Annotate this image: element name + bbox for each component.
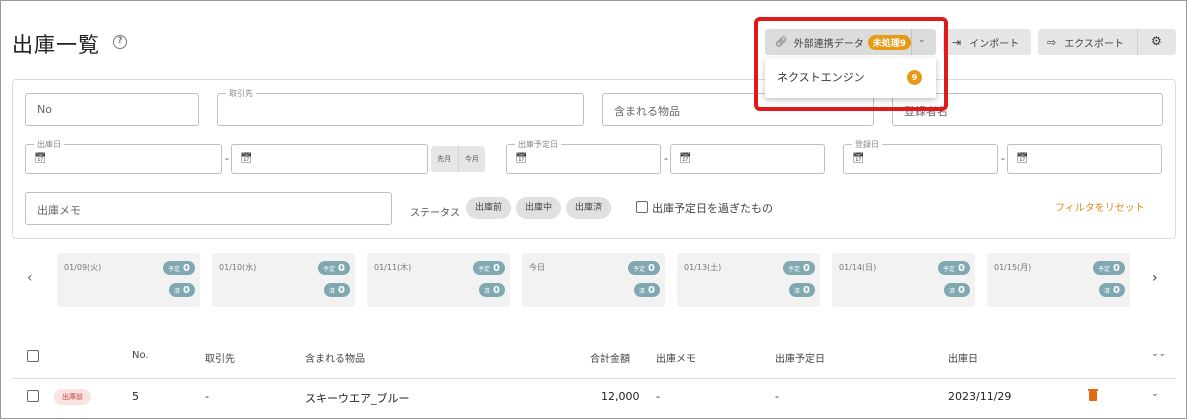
calendar-icon: 📅︎ xyxy=(1016,153,1029,164)
done-count-pill: 済0 xyxy=(789,283,815,297)
day-label: 01/13(土) xyxy=(684,263,722,272)
import-icon: ⇥ xyxy=(952,35,962,49)
memo-placeholder: 出庫メモ xyxy=(37,204,81,217)
status-label: ステータス xyxy=(410,208,460,219)
registered-date-legend: 登録日 xyxy=(852,139,882,150)
calendar-day[interactable]: 01/13(土) 予定 0 済0 xyxy=(677,253,820,307)
done-count-pill: 済0 xyxy=(634,283,660,297)
import-button[interactable]: ⇥ インポート xyxy=(943,29,1031,55)
calendar-day[interactable]: 01/11(木) 予定 0 済0 xyxy=(367,253,510,307)
calendar-icon: 📅︎ xyxy=(34,153,47,164)
day-label: 今日 xyxy=(529,263,545,272)
select-all-checkbox[interactable] xyxy=(27,350,39,362)
done-count-pill: 済0 xyxy=(324,283,350,297)
ship-date-to[interactable]: 📅︎ xyxy=(231,144,428,174)
column-header-planned-date[interactable]: 出庫予定日 xyxy=(775,350,825,365)
calendar-day-today[interactable]: 今日 予定 0 済0 xyxy=(522,253,665,307)
chevron-left-icon[interactable]: ‹ xyxy=(27,270,33,286)
cell-no: 5 xyxy=(132,390,139,403)
planned-date-legend: 出庫予定日 xyxy=(515,139,561,150)
done-count-pill: 済0 xyxy=(479,283,505,297)
planned-count-pill: 予定 0 xyxy=(783,261,815,275)
column-header-no[interactable]: No. xyxy=(132,350,149,361)
planned-count-pill: 予定 0 xyxy=(163,261,195,275)
registered-date-from[interactable]: 登録日 📅︎ xyxy=(843,139,998,174)
page-title: 出庫一覧 xyxy=(12,33,100,57)
column-header-total[interactable]: 合計金額 xyxy=(590,350,630,365)
client-legend: 取引先 xyxy=(226,88,256,99)
calendar-icon: 📅︎ xyxy=(852,153,865,164)
trash-icon[interactable] xyxy=(1088,389,1098,401)
no-placeholder: No xyxy=(37,103,52,116)
status-chip-during[interactable]: 出庫中 xyxy=(516,197,561,219)
planned-date-to[interactable]: 📅︎ xyxy=(670,144,825,174)
ship-date-from[interactable]: 出庫日 📅︎ xyxy=(25,139,222,174)
memo-input[interactable]: 出庫メモ xyxy=(25,192,392,225)
export-icon: ⇨ xyxy=(1047,35,1057,49)
gear-icon[interactable]: ⚙ xyxy=(1151,34,1162,48)
day-label: 01/10(水) xyxy=(219,263,257,272)
divider xyxy=(1137,29,1138,55)
expand-all-icon[interactable]: ⌄⌄ xyxy=(1151,349,1166,359)
calendar-icon: 📅︎ xyxy=(679,153,692,164)
cell-items: スキーウエア_ブルー xyxy=(305,392,410,405)
cell-client: - xyxy=(205,390,209,403)
cell-ship-date: 2023/11/29 xyxy=(948,390,1012,403)
import-label: インポート xyxy=(969,38,1020,50)
calendar-icon: 📅︎ xyxy=(515,153,528,164)
planned-count-pill: 予定 0 xyxy=(938,261,970,275)
planned-count-pill: 予定 0 xyxy=(318,261,350,275)
cell-planned-date: - xyxy=(775,390,779,403)
calendar-day[interactable]: 01/09(火) 予定 0 済0 xyxy=(57,253,200,307)
status-chip-before[interactable]: 出庫前 xyxy=(466,197,511,219)
no-input[interactable]: No xyxy=(25,93,199,126)
column-header-ship-date[interactable]: 出庫日 xyxy=(948,350,978,365)
ship-date-legend: 出庫日 xyxy=(34,139,64,150)
day-label: 01/14(日) xyxy=(839,263,877,272)
column-header-items[interactable]: 含まれる物品 xyxy=(305,350,365,365)
status-chip-done[interactable]: 出庫済 xyxy=(566,197,611,219)
column-header-memo[interactable]: 出庫メモ xyxy=(656,350,696,365)
last-month-button[interactable]: 先月 xyxy=(431,146,459,172)
done-count-pill: 済0 xyxy=(944,283,970,297)
reset-filter-link[interactable]: フィルタをリセット xyxy=(1055,199,1145,214)
overdue-checkbox[interactable] xyxy=(636,201,648,213)
table-divider xyxy=(13,378,1176,379)
chevron-right-icon[interactable]: › xyxy=(1152,270,1158,286)
planned-count-pill: 予定 0 xyxy=(628,261,660,275)
status-badge: 出庫前 xyxy=(54,389,91,405)
range-dash: - xyxy=(225,152,229,165)
range-dash: - xyxy=(664,152,668,165)
quick-range-buttons: 先月 今月 xyxy=(431,146,485,172)
day-label: 01/09(火) xyxy=(64,263,102,272)
row-checkbox[interactable] xyxy=(27,390,39,402)
registered-date-to[interactable]: 📅︎ xyxy=(1007,144,1162,174)
cell-total: 12,000 xyxy=(601,390,640,403)
overdue-label: 出庫予定日を過ぎたもの xyxy=(652,202,773,215)
this-month-button[interactable]: 今月 xyxy=(459,146,486,172)
cell-memo: - xyxy=(656,390,660,403)
done-count-pill: 済0 xyxy=(169,283,195,297)
range-dash: - xyxy=(1001,152,1005,165)
export-button[interactable]: ⇨ エクスポート ⚙ xyxy=(1038,29,1176,55)
day-label: 01/15(月) xyxy=(994,263,1032,272)
items-placeholder: 含まれる物品 xyxy=(614,105,680,118)
chevron-down-icon[interactable]: ⌄ xyxy=(1151,389,1159,399)
calendar-day[interactable]: 01/10(水) 予定 0 済0 xyxy=(212,253,355,307)
calendar-day[interactable]: 01/14(日) 予定 0 済0 xyxy=(832,253,975,307)
client-input[interactable]: 取引先 xyxy=(217,88,584,126)
planned-date-from[interactable]: 出庫予定日 📅︎ xyxy=(506,139,661,174)
calendar-icon: 📅︎ xyxy=(240,153,253,164)
day-label: 01/11(木) xyxy=(374,263,412,272)
column-header-client[interactable]: 取引先 xyxy=(205,350,235,365)
planned-count-pill: 予定 0 xyxy=(473,261,505,275)
done-count-pill: 済0 xyxy=(1099,283,1125,297)
planned-count-pill: 予定 0 xyxy=(1093,261,1125,275)
highlight-box xyxy=(754,17,948,111)
export-label: エクスポート xyxy=(1064,38,1124,50)
help-icon[interactable]: ? xyxy=(113,35,127,49)
calendar-day[interactable]: 01/15(月) 予定 0 済0 xyxy=(987,253,1130,307)
